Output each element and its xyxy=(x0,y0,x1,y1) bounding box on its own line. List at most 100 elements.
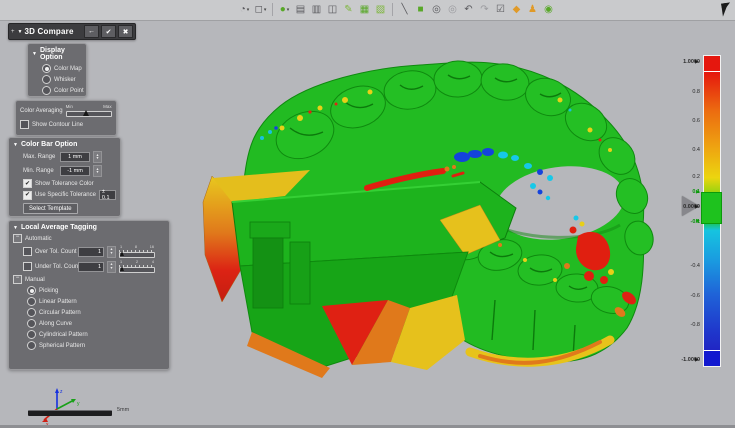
max-range-field[interactable]: 1 mm xyxy=(60,152,90,162)
slider-min-label: Min xyxy=(66,104,73,109)
picking-radio[interactable] xyxy=(27,286,36,295)
compare-title: 3D Compare xyxy=(24,27,84,36)
chevron-down-icon: ▾ xyxy=(287,7,290,13)
user-button[interactable]: ♟ xyxy=(525,2,540,17)
under-tol-checkbox[interactable] xyxy=(23,262,32,271)
orbit-view-button[interactable]: ◔▾ xyxy=(237,2,252,17)
color-scale-legend: ▶ ▶ ▶ ▶ ▶ 1.0000 0.8 0.6 0.4 0.2 0.1 0.0… xyxy=(680,50,735,380)
3d-model-viewport[interactable] xyxy=(195,40,695,390)
caret-down-icon[interactable]: ▼ xyxy=(13,225,18,231)
color-averaging-slider[interactable]: MinMax xyxy=(66,104,112,118)
option-color-point[interactable]: Color Point xyxy=(28,85,86,96)
move-handle-icon[interactable]: + xyxy=(11,29,15,35)
mode-picking[interactable]: Picking xyxy=(9,285,169,296)
circular-pattern-label: Circular Pattern xyxy=(39,310,81,316)
cube-view-button[interactable]: ◻▾ xyxy=(253,2,268,17)
select-template-button[interactable]: Select Template xyxy=(23,203,78,214)
use-specific-row[interactable]: Use Specific Tolerance ± 0.1 xyxy=(9,189,120,201)
specific-tolerance-field[interactable]: ± 0.1 xyxy=(99,190,116,200)
snapshot-button[interactable]: ▤ xyxy=(293,2,308,17)
spherical-pattern-label: Spherical Pattern xyxy=(39,343,85,349)
slider-thumb[interactable] xyxy=(83,110,89,116)
along-curve-label: Along Curve xyxy=(39,321,72,327)
scale-label-tol-lower: -0.1 xyxy=(680,219,700,225)
slider-groove[interactable] xyxy=(119,267,155,273)
measure-line-button[interactable]: ╲ xyxy=(397,2,412,17)
under-tol-row[interactable]: Under Tol. Count 1 ▲▼ 124 xyxy=(9,259,169,274)
caret-down-icon[interactable]: ▼ xyxy=(18,29,23,35)
orbit-view-icon: ◔ xyxy=(240,5,246,15)
over-tol-spinner[interactable]: ▲▼ xyxy=(107,246,116,258)
over-tol-field[interactable]: 1 xyxy=(78,247,104,257)
show-contour-label: Show Contour Line xyxy=(32,122,83,128)
over-tol-slider[interactable]: 1816 xyxy=(119,245,155,258)
caret-down-icon[interactable]: ▼ xyxy=(32,51,37,57)
paint-annotation-button[interactable]: ✎ xyxy=(341,2,356,17)
user-icon: ♟ xyxy=(528,5,537,15)
target-a-button[interactable]: ◎ xyxy=(429,2,444,17)
circular-pattern-radio[interactable] xyxy=(27,308,36,317)
along-curve-radio[interactable] xyxy=(27,319,36,328)
caret-down-icon[interactable]: ▼ xyxy=(13,142,18,148)
collapse-icon[interactable]: − xyxy=(13,275,22,284)
option-color-map[interactable]: Color Map xyxy=(28,63,86,74)
scale-bar xyxy=(28,410,112,416)
report-table-button[interactable]: ▧ xyxy=(373,2,388,17)
mode-linear-pattern[interactable]: Linear Pattern xyxy=(9,296,169,307)
cylindrical-pattern-radio[interactable] xyxy=(27,330,36,339)
automatic-expander[interactable]: −Automatic xyxy=(9,233,169,244)
slider-groove[interactable] xyxy=(119,252,155,258)
manual-expander[interactable]: −Manual xyxy=(9,274,169,285)
undo-button[interactable]: ↶ xyxy=(461,2,476,17)
target-b-button[interactable]: ◎ xyxy=(445,2,460,17)
compare-command-bar[interactable]: + ▼ 3D Compare ← ✔ ✖ xyxy=(8,23,136,40)
linear-pattern-radio[interactable] xyxy=(27,297,36,306)
measure-line-icon: ╲ xyxy=(401,5,407,15)
min-range-spinner[interactable]: ▲▼ xyxy=(93,165,102,177)
whisker-radio[interactable] xyxy=(42,75,51,84)
verify-edit-button[interactable]: ☑ xyxy=(493,2,508,17)
min-range-field[interactable]: -1 mm xyxy=(60,166,90,176)
region-select-button[interactable]: ■ xyxy=(413,2,428,17)
max-range-spinner[interactable]: ▲▼ xyxy=(93,151,102,163)
axis-z-label: z xyxy=(60,389,63,395)
split-columns-button[interactable]: ◫ xyxy=(325,2,340,17)
option-whisker[interactable]: Whisker xyxy=(28,74,86,85)
verify-edit-icon: ☑ xyxy=(496,5,505,15)
show-contour-checkbox[interactable] xyxy=(20,120,29,129)
under-tol-spinner[interactable]: ▲▼ xyxy=(107,261,116,273)
slider-thumb[interactable] xyxy=(120,251,124,256)
back-button[interactable]: ← xyxy=(84,25,99,38)
use-specific-checkbox[interactable] xyxy=(23,191,32,200)
data-table-button[interactable]: ▦ xyxy=(357,2,372,17)
under-tol-field[interactable]: 1 xyxy=(78,262,104,272)
over-tol-checkbox[interactable] xyxy=(23,247,32,256)
mode-along-curve[interactable]: Along Curve xyxy=(9,318,169,329)
redo-button[interactable]: ↷ xyxy=(477,2,492,17)
scale-label-tol-upper: 0.1 xyxy=(680,189,700,195)
visibility-button[interactable]: ◉ xyxy=(541,2,556,17)
close-button[interactable]: ✖ xyxy=(118,25,133,38)
under-tol-slider[interactable]: 124 xyxy=(119,260,155,273)
top-toolbar-strip: ◔▾ ◻▾ ●▾ ▤ ▥ ◫ ✎ ▦ ▧ ╲ ■ ◎ ◎ ↶ ↷ ☑ ◆ ♟ ◉ xyxy=(0,0,735,21)
apply-button[interactable]: ✔ xyxy=(101,25,116,38)
safety-mode-button[interactable]: ◆ xyxy=(509,2,524,17)
slider-thumb[interactable] xyxy=(120,266,124,271)
collapse-icon[interactable]: − xyxy=(13,234,22,243)
data-table-icon: ▦ xyxy=(360,5,369,15)
tolerance-zone[interactable] xyxy=(701,192,722,224)
show-tolerance-row[interactable]: Show Tolerance Color xyxy=(9,178,120,189)
over-tol-row[interactable]: Over Tol. Count 1 ▲▼ 1816 xyxy=(9,244,169,259)
color-map-radio[interactable] xyxy=(42,64,51,73)
color-point-label: Color Point xyxy=(54,88,84,94)
picking-label: Picking xyxy=(39,288,58,294)
show-contour-row[interactable]: Show Contour Line xyxy=(16,119,116,130)
mode-cylindrical-pattern[interactable]: Cylindrical Pattern xyxy=(9,329,169,340)
mode-spherical-pattern[interactable]: Spherical Pattern xyxy=(9,340,169,351)
mode-circular-pattern[interactable]: Circular Pattern xyxy=(9,307,169,318)
spherical-pattern-radio[interactable] xyxy=(27,341,36,350)
color-point-radio[interactable] xyxy=(42,86,51,95)
model-display-button[interactable]: ●▾ xyxy=(277,2,292,17)
print-button[interactable]: ▥ xyxy=(309,2,324,17)
show-tolerance-checkbox[interactable] xyxy=(23,179,32,188)
